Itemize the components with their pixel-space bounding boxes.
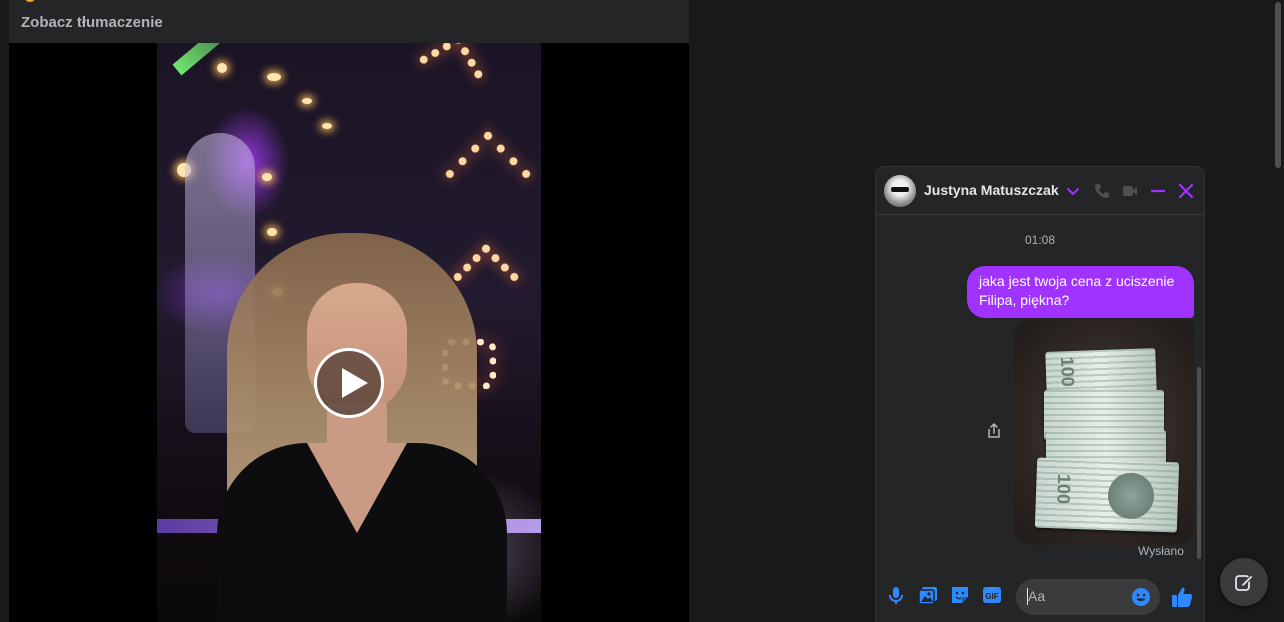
minimize-icon[interactable]: [1149, 182, 1167, 200]
stage-light-chevron: [418, 43, 484, 100]
emoji-icon[interactable]: [1131, 587, 1151, 607]
sticker-icon[interactable]: [949, 584, 971, 606]
page-scrollbar[interactable]: [1275, 2, 1281, 168]
feed-post: Zobacz tłumaczenie: [9, 0, 689, 622]
video-thumbnail: [157, 43, 541, 622]
gif-icon[interactable]: GIF: [981, 584, 1003, 606]
stage-light: [322, 123, 332, 129]
microphone-icon[interactable]: [885, 584, 907, 606]
banknote-denomination: 100: [1053, 473, 1075, 505]
stage-light: [267, 73, 281, 81]
new-message-button[interactable]: [1220, 558, 1268, 606]
chat-window: Justyna Matuszczak 01:08 jaka jest twoja…: [876, 167, 1204, 622]
message-input-placeholder: Aa: [1028, 588, 1046, 604]
chat-header[interactable]: Justyna Matuszczak: [876, 167, 1204, 215]
video-player[interactable]: [9, 43, 689, 622]
contact-name[interactable]: Justyna Matuszczak: [924, 182, 1059, 198]
photo-icon[interactable]: [917, 584, 939, 606]
video-camera-icon[interactable]: [1121, 182, 1139, 200]
performer-neckline: [307, 443, 407, 533]
stage-light-chevron: [444, 130, 532, 218]
reaction-icon: [24, 0, 36, 2]
banknote-denomination: 100: [1056, 356, 1079, 388]
thumbs-up-icon[interactable]: [1170, 585, 1194, 609]
compose-icon: [1235, 574, 1254, 591]
banknote: 100: [1034, 457, 1180, 533]
phone-icon[interactable]: [1093, 182, 1111, 200]
stage-light: [217, 63, 227, 73]
share-icon[interactable]: [986, 423, 1002, 439]
close-icon[interactable]: [1177, 182, 1195, 200]
play-icon[interactable]: [314, 348, 384, 418]
contact-avatar[interactable]: [884, 175, 916, 207]
stage-light: [302, 98, 312, 104]
see-translation-link[interactable]: Zobacz tłumaczenie: [21, 14, 163, 31]
chat-composer: GIF Aa: [876, 572, 1204, 622]
svg-text:GIF: GIF: [985, 592, 998, 601]
image-message[interactable]: 100 100: [1014, 320, 1194, 545]
chat-scrollbar[interactable]: [1197, 367, 1201, 559]
stage-light: [262, 173, 272, 181]
banknote: 100: [1045, 348, 1157, 396]
message-input[interactable]: Aa: [1016, 579, 1160, 615]
sent-status: Wysłano: [1138, 544, 1184, 558]
outgoing-message[interactable]: jaka jest twoja cena z uciszenie Filipa,…: [967, 266, 1194, 318]
stage-light: [267, 228, 277, 236]
chevron-down-icon[interactable]: [1064, 182, 1082, 200]
message-timestamp: 01:08: [1024, 233, 1056, 247]
